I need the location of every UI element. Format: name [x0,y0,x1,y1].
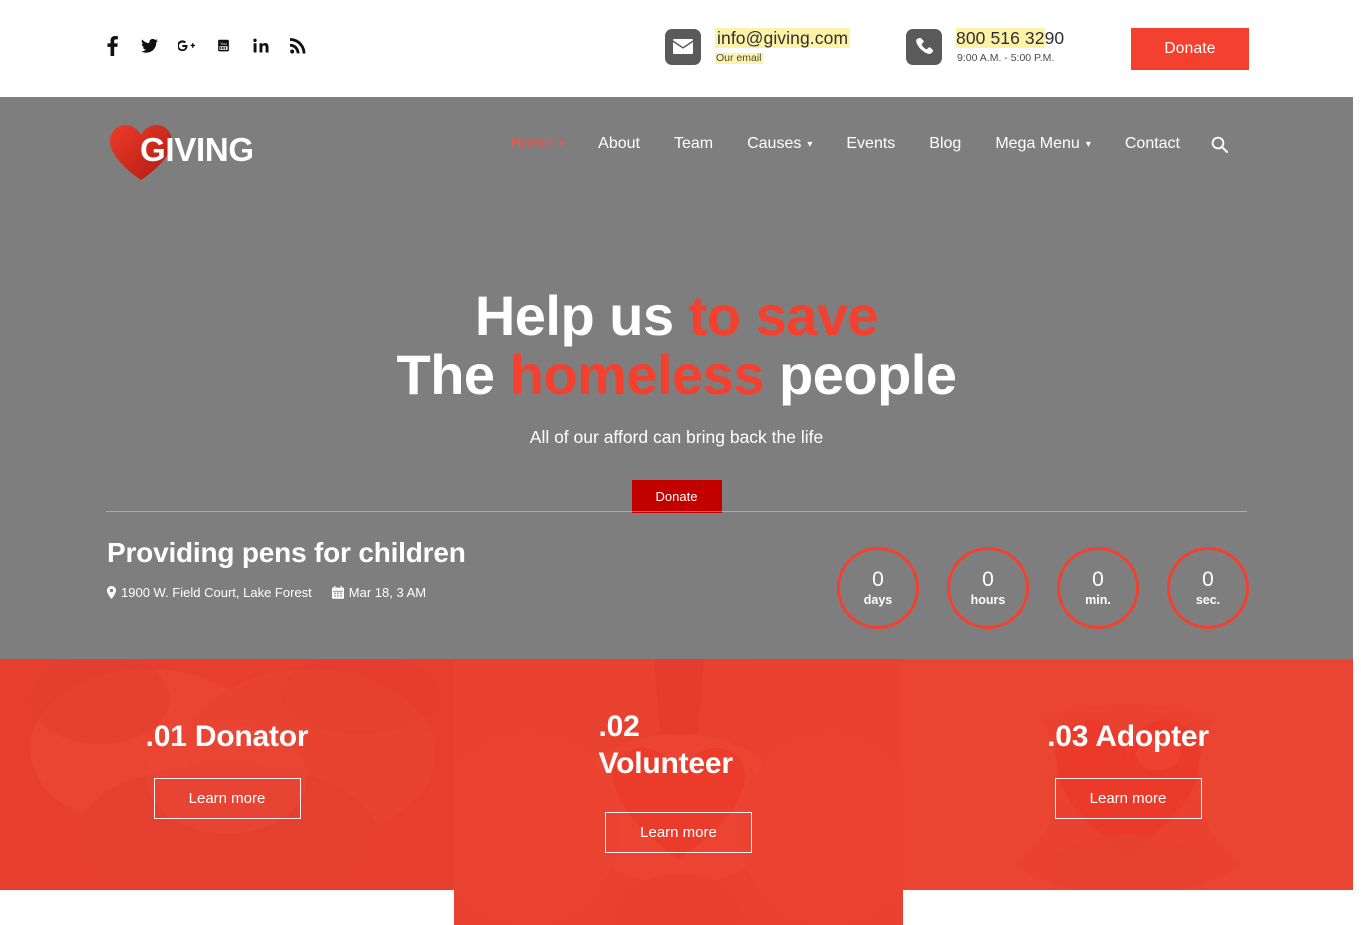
countdown-days-label: days [863,593,893,608]
top-bar: You info@giving.com Our email 800 516 32… [0,0,1361,97]
facebook-icon[interactable] [104,36,121,56]
hero-line2-accent: homeless [509,342,765,406]
learn-more-button-adopter[interactable]: Learn more [1054,777,1202,819]
nav-item-home[interactable]: Home ▾ [493,135,581,153]
twitter-icon[interactable] [141,36,158,56]
social-links: You [104,36,306,56]
nav-item-causes[interactable]: Causes ▾ [730,135,829,153]
nav-label-causes: Causes [747,135,802,152]
nav-label-team: Team [673,135,714,152]
site-logo[interactable]: GIVING [108,119,298,181]
hero-divider [106,511,1247,512]
countdown-days: 0 days [837,547,919,629]
countdown-seconds: 0 sec. [1167,547,1249,629]
phone-value-rest: 90 [1044,28,1065,48]
google-plus-icon[interactable] [178,36,195,56]
contact-email-text: info@giving.com Our email [715,28,851,66]
event-title: Providing pens for children [107,537,466,568]
card-adopter-content: .03 Adopter Learn more [903,659,1353,890]
phone-icon [906,28,942,65]
nav-label-mega-menu: Mega Menu [995,135,1080,152]
nav-item-about[interactable]: About [581,135,657,153]
nav-item-blog[interactable]: Blog [912,135,978,153]
main-navigation: Home ▾ About Team Causes ▾ Events Blog M… [493,135,1228,153]
email-caption: Our email [715,51,763,64]
countdown-timer: 0 days 0 hours 0 min. 0 sec. [837,547,1249,629]
youtube-icon[interactable]: You [215,36,232,56]
contact-phone-text: 800 516 3290 9:00 A.M. - 5:00 P.M. [956,28,1064,66]
countdown-hours-label: hours [970,593,1006,608]
card-adopter-title: .03 Adopter [1047,720,1209,753]
logo-text: GIVING [140,131,254,168]
nav-item-contact[interactable]: Contact [1108,135,1197,153]
countdown-minutes-value: 0 [1092,568,1104,592]
donate-button-top[interactable]: Donate [1131,28,1249,70]
calendar-icon [331,586,344,599]
hero-line2-white-a: The [396,342,510,406]
hero-content: Help us to save The homeless people All … [0,284,1353,513]
contact-email[interactable]: info@giving.com Our email [665,28,851,66]
rss-icon[interactable] [289,36,306,56]
event-info: Providing pens for children 1900 W. Fiel… [107,537,727,600]
hero-headline-line2: The homeless people [0,342,1353,406]
hero-section: GIVING Home ▾ About Team Causes ▾ Events… [0,97,1353,659]
role-cards: .01 Donator Learn more .02 Volunteer Lea… [0,659,1353,925]
nav-label-about: About [598,135,640,152]
chevron-down-icon: ▾ [807,139,813,150]
map-pin-icon [107,586,116,599]
event-location: 1900 W. Field Court, Lake Forest [107,585,312,600]
hero-line1-accent: to save [688,284,879,347]
contact-phone[interactable]: 800 516 3290 9:00 A.M. - 5:00 P.M. [906,28,1064,66]
nav-label-home: Home [510,135,554,152]
card-donator-title: .01 Donator [145,720,309,753]
chevron-down-icon: ▾ [559,139,565,150]
countdown-hours-value: 0 [982,568,994,592]
phone-caption: 9:00 A.M. - 5:00 P.M. [957,51,1055,64]
countdown-minutes: 0 min. [1057,547,1139,629]
svg-text:You: You [220,42,226,46]
nav-item-mega-menu[interactable]: Mega Menu ▾ [978,135,1108,153]
countdown-seconds-value: 0 [1202,568,1214,592]
event-date-text: Mar 18, 3 AM [348,585,427,600]
card-donator-content: .01 Donator Learn more [0,659,454,890]
event-date: Mar 18, 3 AM [331,585,427,600]
learn-more-button-volunteer[interactable]: Learn more [605,812,752,854]
chevron-down-icon: ▾ [1085,139,1091,150]
nav-label-events: Events [846,135,896,152]
countdown-hours: 0 hours [947,547,1029,629]
phone-value: 800 516 3290 [956,28,1064,48]
search-icon[interactable] [1211,136,1228,153]
card-volunteer-title: .02 Volunteer [598,710,734,780]
card-adopter[interactable]: .03 Adopter Learn more [903,659,1353,890]
envelope-icon [665,28,701,65]
email-value: info@giving.com [715,28,851,49]
countdown-minutes-label: min. [1085,593,1111,608]
card-volunteer[interactable]: .02 Volunteer Learn more [454,659,903,925]
linkedin-icon[interactable] [252,36,269,56]
event-location-text: 1900 W. Field Court, Lake Forest [121,585,312,600]
hero-subtitle: All of our afford can bring back the lif… [529,426,824,447]
event-meta: 1900 W. Field Court, Lake Forest Mar 18,… [107,585,727,600]
nav-item-events[interactable]: Events [829,135,912,153]
donate-button-hero[interactable]: Donate [631,479,722,513]
card-volunteer-content: .02 Volunteer Learn more [454,659,903,925]
hero-headline-line1: Help us to save [0,284,1353,347]
card-donator[interactable]: .01 Donator Learn more [0,659,454,890]
nav-item-team[interactable]: Team [657,135,730,153]
learn-more-button-donator[interactable]: Learn more [153,777,301,819]
hero-line2-white-b: people [763,342,957,406]
nav-label-contact: Contact [1124,135,1180,152]
hero-line1-white: Help us [474,284,689,347]
countdown-days-value: 0 [872,568,884,592]
countdown-seconds-label: sec. [1195,593,1221,608]
nav-label-blog: Blog [929,135,962,152]
phone-value-highlighted: 800 516 32 [956,28,1045,48]
